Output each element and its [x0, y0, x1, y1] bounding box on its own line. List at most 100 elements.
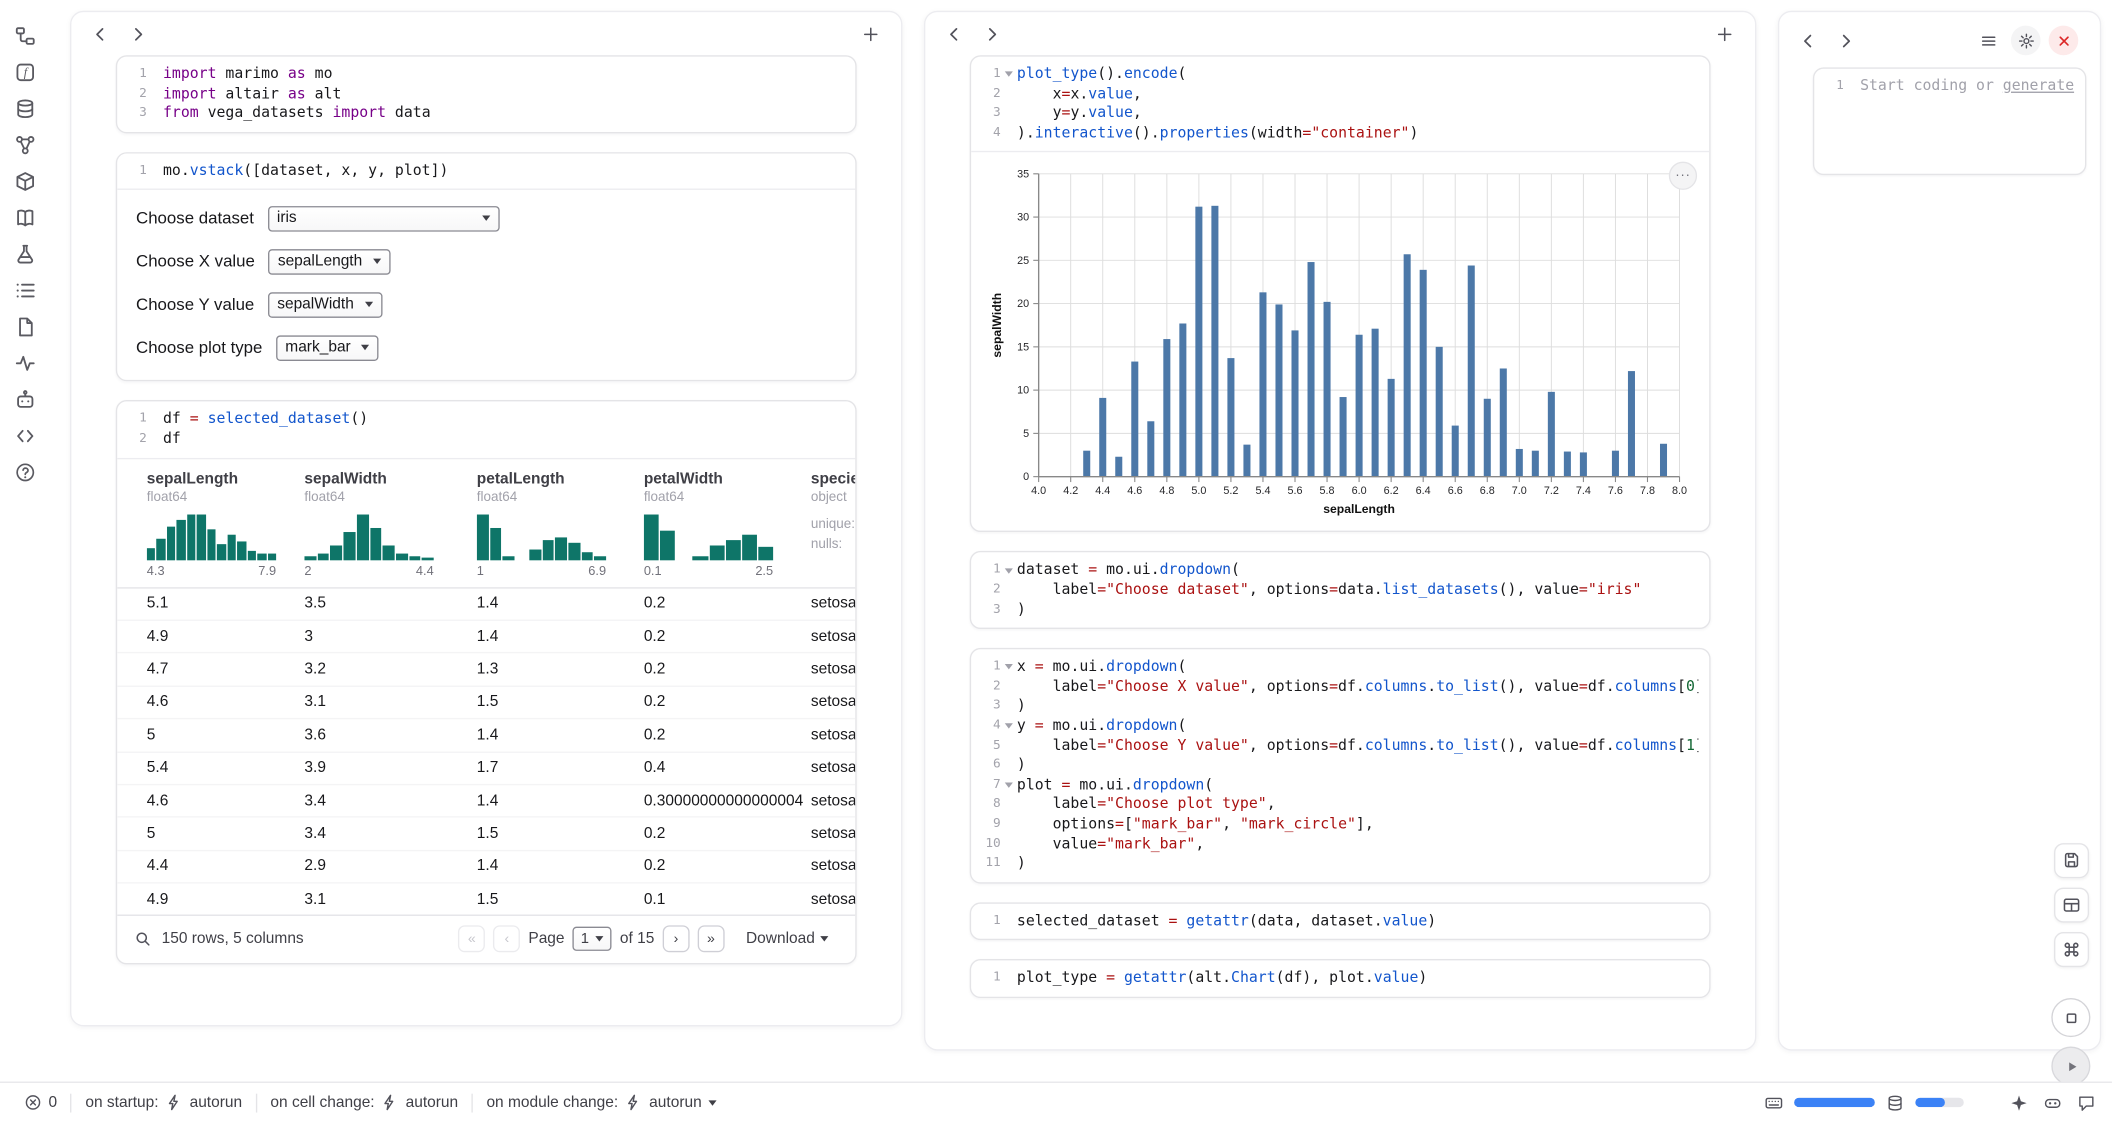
ai-sparkle-icon[interactable]	[2010, 1093, 2029, 1112]
setting-label: on cell change:	[270, 1094, 374, 1110]
scratchpad-icon[interactable]	[13, 315, 37, 339]
table-row[interactable]: 4.93.11.50.1setosa	[117, 882, 855, 915]
choose-y-value-select[interactable]: sepalWidth	[268, 292, 382, 318]
svg-text:f: f	[24, 66, 29, 80]
close-icon[interactable]	[2049, 26, 2079, 56]
choose-x-value-select[interactable]: sepalLength	[268, 249, 390, 275]
svg-text:35: 35	[1017, 169, 1029, 181]
table-row[interactable]: 4.42.91.40.2setosa	[117, 849, 855, 882]
notebook-panel-left: 1import marimo as mo2import altair as al…	[70, 11, 902, 1027]
chevron-right-icon[interactable]	[983, 26, 1001, 44]
packages-icon[interactable]	[13, 170, 37, 194]
on-startup-setting[interactable]: on startup: autorun	[72, 1083, 256, 1122]
svg-text:7.0: 7.0	[1512, 486, 1527, 498]
code-editor[interactable]: 1mo.vstack([dataset, x, y, plot])	[117, 153, 855, 189]
file-explorer-icon[interactable]	[13, 24, 37, 48]
menu-icon[interactable]	[1973, 26, 2003, 56]
chevron-left-icon[interactable]	[92, 26, 110, 44]
save-button[interactable]	[2053, 843, 2088, 878]
data-sources-icon[interactable]	[13, 97, 37, 121]
column-histogram	[477, 514, 606, 560]
table-row[interactable]: 5.13.51.40.2setosa	[117, 587, 855, 620]
add-cell-button[interactable]	[1716, 26, 1734, 44]
table-row[interactable]: 53.61.40.2setosa	[117, 718, 855, 751]
add-cell-button[interactable]	[862, 26, 880, 44]
keyboard-shortcuts-button[interactable]	[2053, 932, 2088, 967]
code-editor[interactable]: 1selected_dataset = getattr(data, datase…	[971, 903, 1709, 939]
svg-text:6.2: 6.2	[1384, 486, 1399, 498]
svg-text:0: 0	[1023, 472, 1029, 484]
code-editor[interactable]: 1plot_type = getattr(alt.Chart(df), plot…	[971, 961, 1709, 997]
table-row[interactable]: 4.931.40.2setosa	[117, 620, 855, 653]
ai-code-editor[interactable]: 1 Start coding or generate with AI	[1814, 69, 2085, 174]
column-header-petalWidth[interactable]: petalWidthfloat640.12.5	[644, 471, 811, 579]
app-view-button[interactable]	[2051, 998, 2090, 1037]
error-indicator[interactable]: 0	[11, 1083, 71, 1122]
chevron-left-icon[interactable]	[946, 26, 964, 44]
control-row: Choose X valuesepalLength	[136, 248, 836, 275]
next-page-button[interactable]: ›	[662, 926, 689, 953]
code-editor[interactable]: 1dataset = mo.ui.dropdown(2 label="Choos…	[971, 553, 1709, 628]
status-bar-right	[1764, 1093, 2095, 1112]
table-row[interactable]: 4.63.11.50.2setosa	[117, 685, 855, 718]
on-module-change-setting[interactable]: on module change: autorun	[473, 1083, 730, 1122]
first-page-button[interactable]: «	[458, 926, 485, 953]
svg-text:7.2: 7.2	[1544, 486, 1559, 498]
column-header-sepalLength[interactable]: sepalLengthfloat644.37.9	[147, 471, 305, 579]
cell-chart: 1plot_type().encode(2 x=x.value,3 y=y.va…	[970, 55, 1711, 532]
dependencies-icon[interactable]	[13, 133, 37, 157]
control-row: Choose Y valuesepalWidth	[136, 291, 836, 318]
cell-vstack: 1mo.vstack([dataset, x, y, plot]) Choose…	[116, 152, 857, 382]
prev-page-button[interactable]: ‹	[493, 926, 520, 953]
help-icon[interactable]	[13, 461, 37, 485]
cell-dataframe: 1df = selected_dataset()2df sepalLengthf…	[116, 401, 857, 965]
bolt-icon	[381, 1094, 399, 1112]
variables-icon[interactable]: f	[13, 61, 37, 85]
code-editor[interactable]: 1plot_type().encode(2 x=x.value,3 y=y.va…	[971, 57, 1709, 152]
logs-icon[interactable]	[13, 279, 37, 303]
table-row[interactable]: 5.43.91.70.4setosa	[117, 751, 855, 784]
choose-plot-type-select[interactable]: mark_bar	[276, 335, 379, 361]
page-label: Page	[528, 931, 564, 947]
chevron-right-icon[interactable]	[1837, 32, 1855, 50]
layout-button[interactable]	[2053, 888, 2088, 923]
table-row[interactable]: 4.73.21.30.2setosa	[117, 652, 855, 685]
svg-text:4.8: 4.8	[1159, 486, 1174, 498]
svg-text:25: 25	[1017, 255, 1029, 267]
download-button[interactable]: Download	[746, 931, 828, 947]
on-cell-change-setting[interactable]: on cell change: autorun	[257, 1083, 472, 1122]
settings-gear-icon[interactable]	[2011, 26, 2041, 56]
column-header-species[interactable]: speciesobjectunique:nulls:	[811, 471, 855, 579]
choose-dataset-select[interactable]: iris	[267, 206, 499, 232]
page-select[interactable]: 1	[573, 927, 612, 951]
table-row[interactable]: 4.63.41.40.30000000000000004setosa	[117, 784, 855, 817]
chevron-right-icon[interactable]	[129, 26, 147, 44]
column-header-petalLength[interactable]: petalLengthfloat6416.9	[477, 471, 644, 579]
table-row[interactable]: 53.41.50.2setosa	[117, 817, 855, 850]
svg-text:8.0: 8.0	[1672, 486, 1687, 498]
snippets-icon[interactable]	[13, 242, 37, 266]
ai-editor-cell: 1 Start coding or generate with AI	[1813, 67, 2086, 175]
copilot-icon[interactable]	[2043, 1093, 2062, 1112]
keyboard-icon[interactable]	[1764, 1093, 1783, 1112]
search-icon[interactable]	[135, 931, 151, 947]
svg-text:4.2: 4.2	[1063, 486, 1078, 498]
tracing-icon[interactable]	[13, 352, 37, 376]
control-row: Choose datasetiris	[136, 205, 836, 232]
column-header-sepalWidth[interactable]: sepalWidthfloat6424.4	[304, 471, 476, 579]
code-editor[interactable]: 1import marimo as mo2import altair as al…	[117, 57, 855, 132]
generate-with-ai-link[interactable]: generate	[2003, 77, 2074, 95]
editor-placeholder: Start coding or generate with AI	[1860, 77, 2074, 97]
svg-text:7.6: 7.6	[1608, 486, 1623, 498]
code-editor[interactable]: 1df = selected_dataset()2df	[117, 402, 855, 457]
ai-chat-icon[interactable]	[13, 388, 37, 412]
documentation-icon[interactable]	[13, 206, 37, 230]
run-all-button[interactable]	[2051, 1047, 2090, 1086]
svg-text:sepalWidth: sepalWidth	[990, 293, 1004, 358]
last-page-button[interactable]: »	[697, 926, 724, 953]
code-editor[interactable]: 1x = mo.ui.dropdown(2 label="Choose X va…	[971, 649, 1709, 881]
chevron-left-icon[interactable]	[1799, 32, 1817, 50]
chat-feedback-icon[interactable]	[2077, 1093, 2096, 1112]
memory-icon	[1886, 1093, 1905, 1112]
plugins-icon[interactable]	[13, 424, 37, 448]
